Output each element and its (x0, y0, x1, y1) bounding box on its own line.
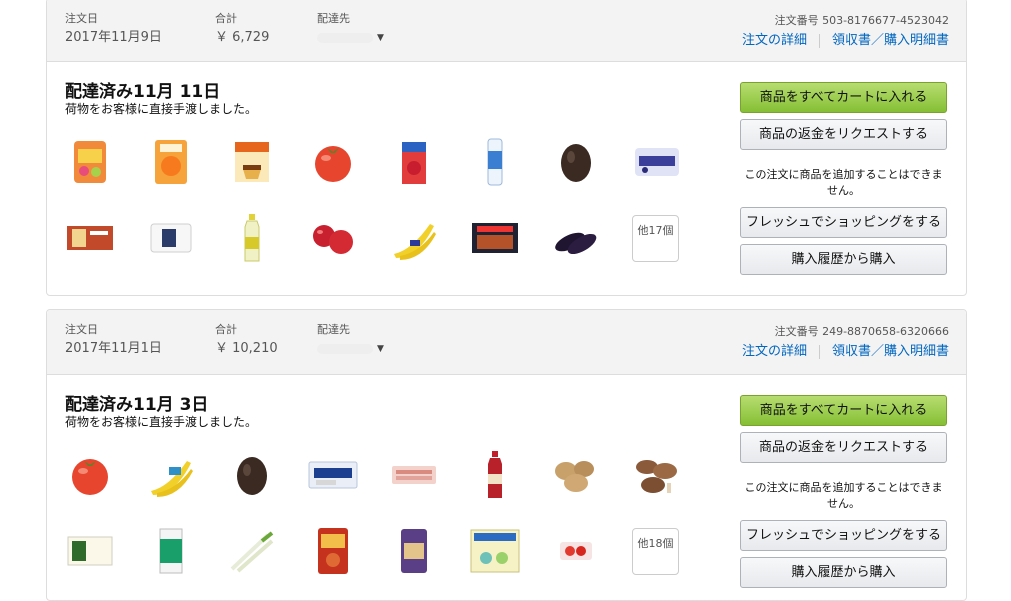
product-thumb-avocado[interactable] (551, 137, 601, 187)
order-card: 注文日 2017年11月9日 合計 ￥ 6,729 配達先 ▼ 注文番号 503… (46, 0, 967, 296)
product-thumb-bananas[interactable] (146, 450, 196, 500)
chevron-down-icon: ▼ (377, 33, 384, 43)
chevron-down-icon: ▼ (377, 344, 384, 354)
buy-again-all-button[interactable]: 商品をすべてカートに入れる (740, 82, 947, 113)
order-details-link[interactable]: 注文の詳細 (742, 33, 807, 48)
order-links: 注文の詳細 領収書／購入明細書 (742, 340, 949, 359)
order-date-label: 注文日 (65, 12, 98, 25)
ship-to-dropdown[interactable]: ▼ (317, 340, 384, 358)
order-actions: 商品をすべてカートに入れる 商品の返金をリクエストする この注文に商品を追加する… (740, 82, 947, 281)
product-thumb-tofu[interactable] (65, 526, 115, 576)
shop-fresh-button[interactable]: フレッシュでショッピングをする (740, 520, 947, 551)
product-thumb-yogurt-drink[interactable] (146, 526, 196, 576)
order-header: 注文日 2017年11月9日 合計 ￥ 6,729 配達先 ▼ 注文番号 503… (47, 0, 966, 62)
product-thumb-candy-bag[interactable] (65, 137, 115, 187)
cannot-add-note: この注文に商品を追加することはできません。 (744, 481, 943, 510)
item-grid: 他17個 (65, 124, 715, 276)
ship-to-label: 配達先 (317, 323, 350, 336)
product-thumb-eggplants[interactable] (551, 213, 601, 263)
link-divider (818, 344, 820, 359)
redacted-address (317, 344, 373, 354)
product-thumb-drink-bottle[interactable] (470, 137, 520, 187)
order-date-label: 注文日 (65, 323, 98, 336)
product-thumb-nabe-soup[interactable] (308, 526, 358, 576)
buy-again-all-button[interactable]: 商品をすべてカートに入れる (740, 395, 947, 426)
delivery-status: 配達済み11月 3日 (65, 395, 209, 415)
order-card: 注文日 2017年11月1日 合計 ￥ 10,210 配達先 ▼ 注文番号 24… (46, 309, 967, 601)
order-number-value: 503-8176677-4523042 (822, 14, 949, 27)
order-date-value: 2017年11月1日 (65, 341, 162, 356)
product-thumb-blueberry-snack[interactable] (632, 137, 682, 187)
product-thumb-orange-jelly[interactable] (146, 137, 196, 187)
product-thumb-bananas[interactable] (389, 213, 439, 263)
product-thumb-soda-bottle[interactable] (227, 213, 277, 263)
cannot-add-note: この注文に商品を追加することはできません。 (744, 168, 943, 197)
request-refund-button[interactable]: 商品の返金をリクエストする (740, 432, 947, 463)
link-divider (818, 33, 820, 48)
delivery-note: 荷物をお客様に直接手渡しました。 (65, 102, 258, 116)
order-links: 注文の詳細 領収書／購入明細書 (742, 29, 949, 48)
item-grid: 他18個 (65, 437, 715, 589)
product-thumb-pudding[interactable] (227, 137, 277, 187)
product-thumb-bread-bag[interactable] (389, 526, 439, 576)
ship-to-label: 配達先 (317, 12, 350, 25)
shop-fresh-button[interactable]: フレッシュでショッピングをする (740, 207, 947, 238)
product-thumb-avocado[interactable] (227, 450, 277, 500)
order-details-link[interactable]: 注文の詳細 (742, 344, 807, 359)
product-thumb-potatoes[interactable] (551, 450, 601, 500)
order-date-value: 2017年11月9日 (65, 30, 162, 45)
order-actions: 商品をすべてカートに入れる 商品の返金をリクエストする この注文に商品を追加する… (740, 395, 947, 594)
order-header: 注文日 2017年11月1日 合計 ￥ 10,210 配達先 ▼ 注文番号 24… (47, 310, 966, 375)
receipt-link[interactable]: 領収書／購入明細書 (832, 33, 949, 48)
total-label: 合計 (215, 323, 237, 336)
buy-from-history-button[interactable]: 購入履歴から購入 (740, 557, 947, 588)
product-thumb-bacon-pack[interactable] (389, 450, 439, 500)
product-thumb-cream-cheese[interactable] (308, 450, 358, 500)
delivery-note: 荷物をお客様に直接手渡しました。 (65, 415, 258, 429)
total-value: ￥ 6,729 (215, 30, 270, 45)
order-number: 注文番号 503-8176677-4523042 (775, 12, 949, 28)
order-number-value: 249-8870658-6320666 (822, 325, 949, 338)
product-thumb-juice-box[interactable] (389, 137, 439, 187)
order-number: 注文番号 249-8870658-6320666 (775, 323, 949, 339)
product-thumb-green-onion[interactable] (227, 526, 277, 576)
product-thumb-cherry-tomatoes[interactable] (551, 526, 601, 576)
more-items-link[interactable]: 他18個 (632, 527, 679, 575)
more-items-link[interactable]: 他17個 (632, 214, 679, 262)
product-thumb-bread-loaf[interactable] (146, 213, 196, 263)
total-value: ￥ 10,210 (215, 341, 278, 356)
product-thumb-tomato[interactable] (308, 137, 358, 187)
product-thumb-rice-cracker[interactable] (65, 213, 115, 263)
redacted-address (317, 33, 373, 43)
ship-to-dropdown[interactable]: ▼ (317, 29, 384, 47)
product-thumb-yakult-pack[interactable] (470, 526, 520, 576)
product-thumb-apples[interactable] (308, 213, 358, 263)
product-thumb-shiitake[interactable] (632, 450, 682, 500)
delivery-status: 配達済み11月 11日 (65, 82, 221, 102)
product-thumb-tomato[interactable] (65, 450, 115, 500)
buy-from-history-button[interactable]: 購入履歴から購入 (740, 244, 947, 275)
request-refund-button[interactable]: 商品の返金をリクエストする (740, 119, 947, 150)
order-number-label: 注文番号 (774, 325, 819, 338)
order-number-label: 注文番号 (774, 14, 819, 27)
product-thumb-tea-bottle[interactable] (470, 450, 520, 500)
total-label: 合計 (215, 12, 237, 25)
receipt-link[interactable]: 領収書／購入明細書 (832, 344, 949, 359)
product-thumb-frozen-karaage[interactable] (470, 213, 520, 263)
